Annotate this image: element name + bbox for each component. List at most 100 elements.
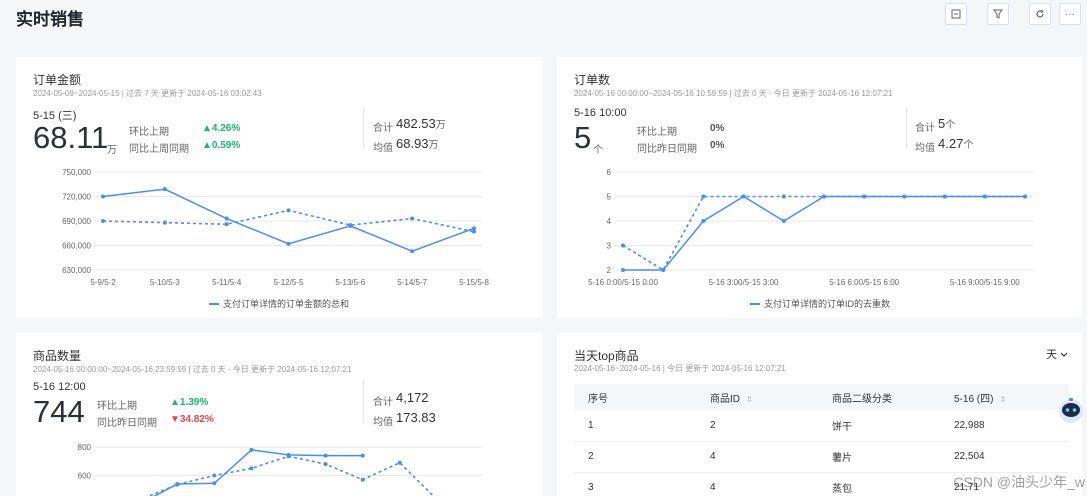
- assistant-robot-icon[interactable]: [1058, 397, 1084, 425]
- x-tick-label: 5-13/5-6: [335, 278, 365, 287]
- main-value: 5: [574, 120, 592, 155]
- data-point: [212, 481, 217, 486]
- card-subtitle: 2024-05-09~2024-05-15 | 过去 7 天 更新于 2024-…: [33, 89, 262, 98]
- main-unit: 个: [593, 145, 603, 156]
- cmp-label: 同比昨日同期: [97, 418, 157, 429]
- card-subtitle: 2024-05-16~2024-05-16 | 今日 更新于 2024-05-1…: [574, 364, 786, 373]
- legend-line-icon: [209, 302, 219, 305]
- chart-legend[interactable]: 支付订单详情的订单ID的去重数: [750, 297, 890, 310]
- data-point: [410, 216, 415, 221]
- data-point: [942, 194, 947, 199]
- y-tick-label: 2: [607, 266, 612, 275]
- data-point: [249, 466, 254, 471]
- more-button[interactable]: ···: [1059, 3, 1081, 25]
- card-title: 订单金额: [33, 73, 82, 87]
- chart-legend[interactable]: 支付订单详情的订单金额的总和: [209, 297, 349, 310]
- data-point: [286, 208, 291, 213]
- stat-value: 5个: [938, 116, 956, 131]
- order-count-chart: 2 3 4 5 6 5-16 0:00/5-15 0:00 5-16 3:00/5-15 3…: [588, 168, 1033, 287]
- y-tick-label: 750,000: [62, 168, 91, 177]
- toolbar: ···: [945, 3, 1081, 25]
- granularity-select[interactable]: 天: [1046, 346, 1068, 362]
- period-label: 5-16 10:00: [574, 107, 627, 119]
- column-header[interactable]: 序号: [574, 384, 696, 410]
- x-tick-label: 5-14/5-7: [397, 278, 427, 287]
- y-tick-label: 3: [607, 242, 612, 251]
- series-line: [623, 195, 1025, 271]
- data-point: [212, 473, 217, 478]
- series-line-compare: [146, 455, 435, 496]
- x-tick-label: 5-15/5-8: [459, 278, 489, 287]
- data-point: [862, 194, 867, 199]
- sort-icon: ⇕: [999, 394, 1007, 404]
- stat-label: 合计: [915, 123, 935, 134]
- main-value: 68.11: [33, 120, 109, 155]
- data-point: [323, 462, 328, 467]
- y-tick-label: 690,000: [62, 217, 91, 226]
- order-amount-chart: 630,000 660,000 690,000 720,000 750,000 5-9/5…: [62, 168, 489, 287]
- x-tick-label: 5-9/5-2: [90, 278, 116, 287]
- cmp-label: 环比上期: [97, 401, 137, 412]
- cmp-value: ▼34.82%: [170, 414, 214, 425]
- divider: [363, 381, 364, 423]
- page-title: 实时销售: [16, 10, 84, 29]
- data-point: [621, 268, 625, 272]
- card-subtitle: 2024-05-16 00:00:00~2024-05-16 10:59:59 …: [574, 89, 893, 98]
- period-label: 5-16 12:00: [33, 381, 86, 393]
- stat-label: 合计: [373, 397, 393, 408]
- stat-value: 4.27个: [938, 136, 974, 151]
- more-icon: ···: [1065, 8, 1075, 20]
- y-tick-label: 4: [607, 217, 612, 226]
- stat-label: 均值: [373, 143, 393, 154]
- x-tick-label: 5-10/5-3: [150, 278, 180, 287]
- card-title: 商品数量: [33, 349, 82, 363]
- data-point: [175, 482, 180, 487]
- refresh-icon: [1036, 9, 1044, 18]
- series-line: [153, 449, 363, 496]
- data-point: [781, 219, 786, 223]
- x-tick-label: 5-16 9:00/5-15 9:00: [950, 278, 1020, 287]
- stat-value: 173.83: [396, 410, 436, 425]
- card-subtitle: 2024-05-16 00:00:00~2024-05-16 23:59:59 …: [33, 365, 352, 374]
- stat-label: 合计: [373, 123, 393, 134]
- table-row[interactable]: 2 4 薯片 22,504: [574, 441, 1069, 473]
- data-point: [286, 454, 291, 459]
- data-point: [360, 453, 365, 458]
- y-tick-label: 600: [78, 471, 92, 480]
- stat-label: 均值: [373, 417, 393, 428]
- stat-value: 482.53万: [396, 116, 446, 131]
- y-tick-label: 630,000: [62, 266, 91, 275]
- table-header-row: 序号 商品ID ⇕ 商品二级分类 5-16 (四) ⇕: [574, 384, 1069, 410]
- x-tick-label: 5-12/5-5: [274, 278, 304, 287]
- series-line-compare: [622, 195, 1025, 272]
- divider: [363, 107, 364, 149]
- y-tick-label: 5: [607, 193, 612, 202]
- filter-button[interactable]: [987, 3, 1009, 25]
- data-point: [224, 216, 229, 221]
- cmp-label: 环比上期: [129, 127, 169, 138]
- stat-label: 均值: [915, 143, 935, 154]
- order-count-card: 订单数 2024-05-16 00:00:00~2024-05-16 10:59…: [557, 57, 1082, 318]
- data-point: [621, 243, 625, 248]
- y-tick-label: 660,000: [62, 242, 91, 251]
- data-point: [249, 447, 254, 452]
- column-header[interactable]: 5-16 (四) ⇕: [940, 384, 1069, 410]
- data-point: [286, 241, 291, 246]
- card-title: 当天top商品: [574, 349, 639, 363]
- y-tick-label: 800: [78, 443, 92, 452]
- data-point: [162, 187, 167, 192]
- data-point: [701, 219, 706, 223]
- column-header[interactable]: 商品ID ⇕: [696, 384, 818, 410]
- column-header[interactable]: 商品二级分类: [818, 384, 940, 410]
- export-button[interactable]: [945, 3, 967, 25]
- data-point: [410, 249, 415, 254]
- data-point: [224, 222, 229, 227]
- product-quantity-card: 商品数量 2024-05-16 00:00:00~2024-05-16 23:5…: [16, 333, 543, 496]
- cmp-label: 同比上周同期: [129, 144, 189, 155]
- data-point: [472, 229, 476, 234]
- export-icon: [951, 9, 961, 19]
- data-point: [822, 194, 826, 199]
- table-row[interactable]: 1 2 饼干 22,988: [574, 410, 1069, 442]
- main-value: 744: [33, 394, 85, 429]
- refresh-button[interactable]: [1029, 3, 1051, 25]
